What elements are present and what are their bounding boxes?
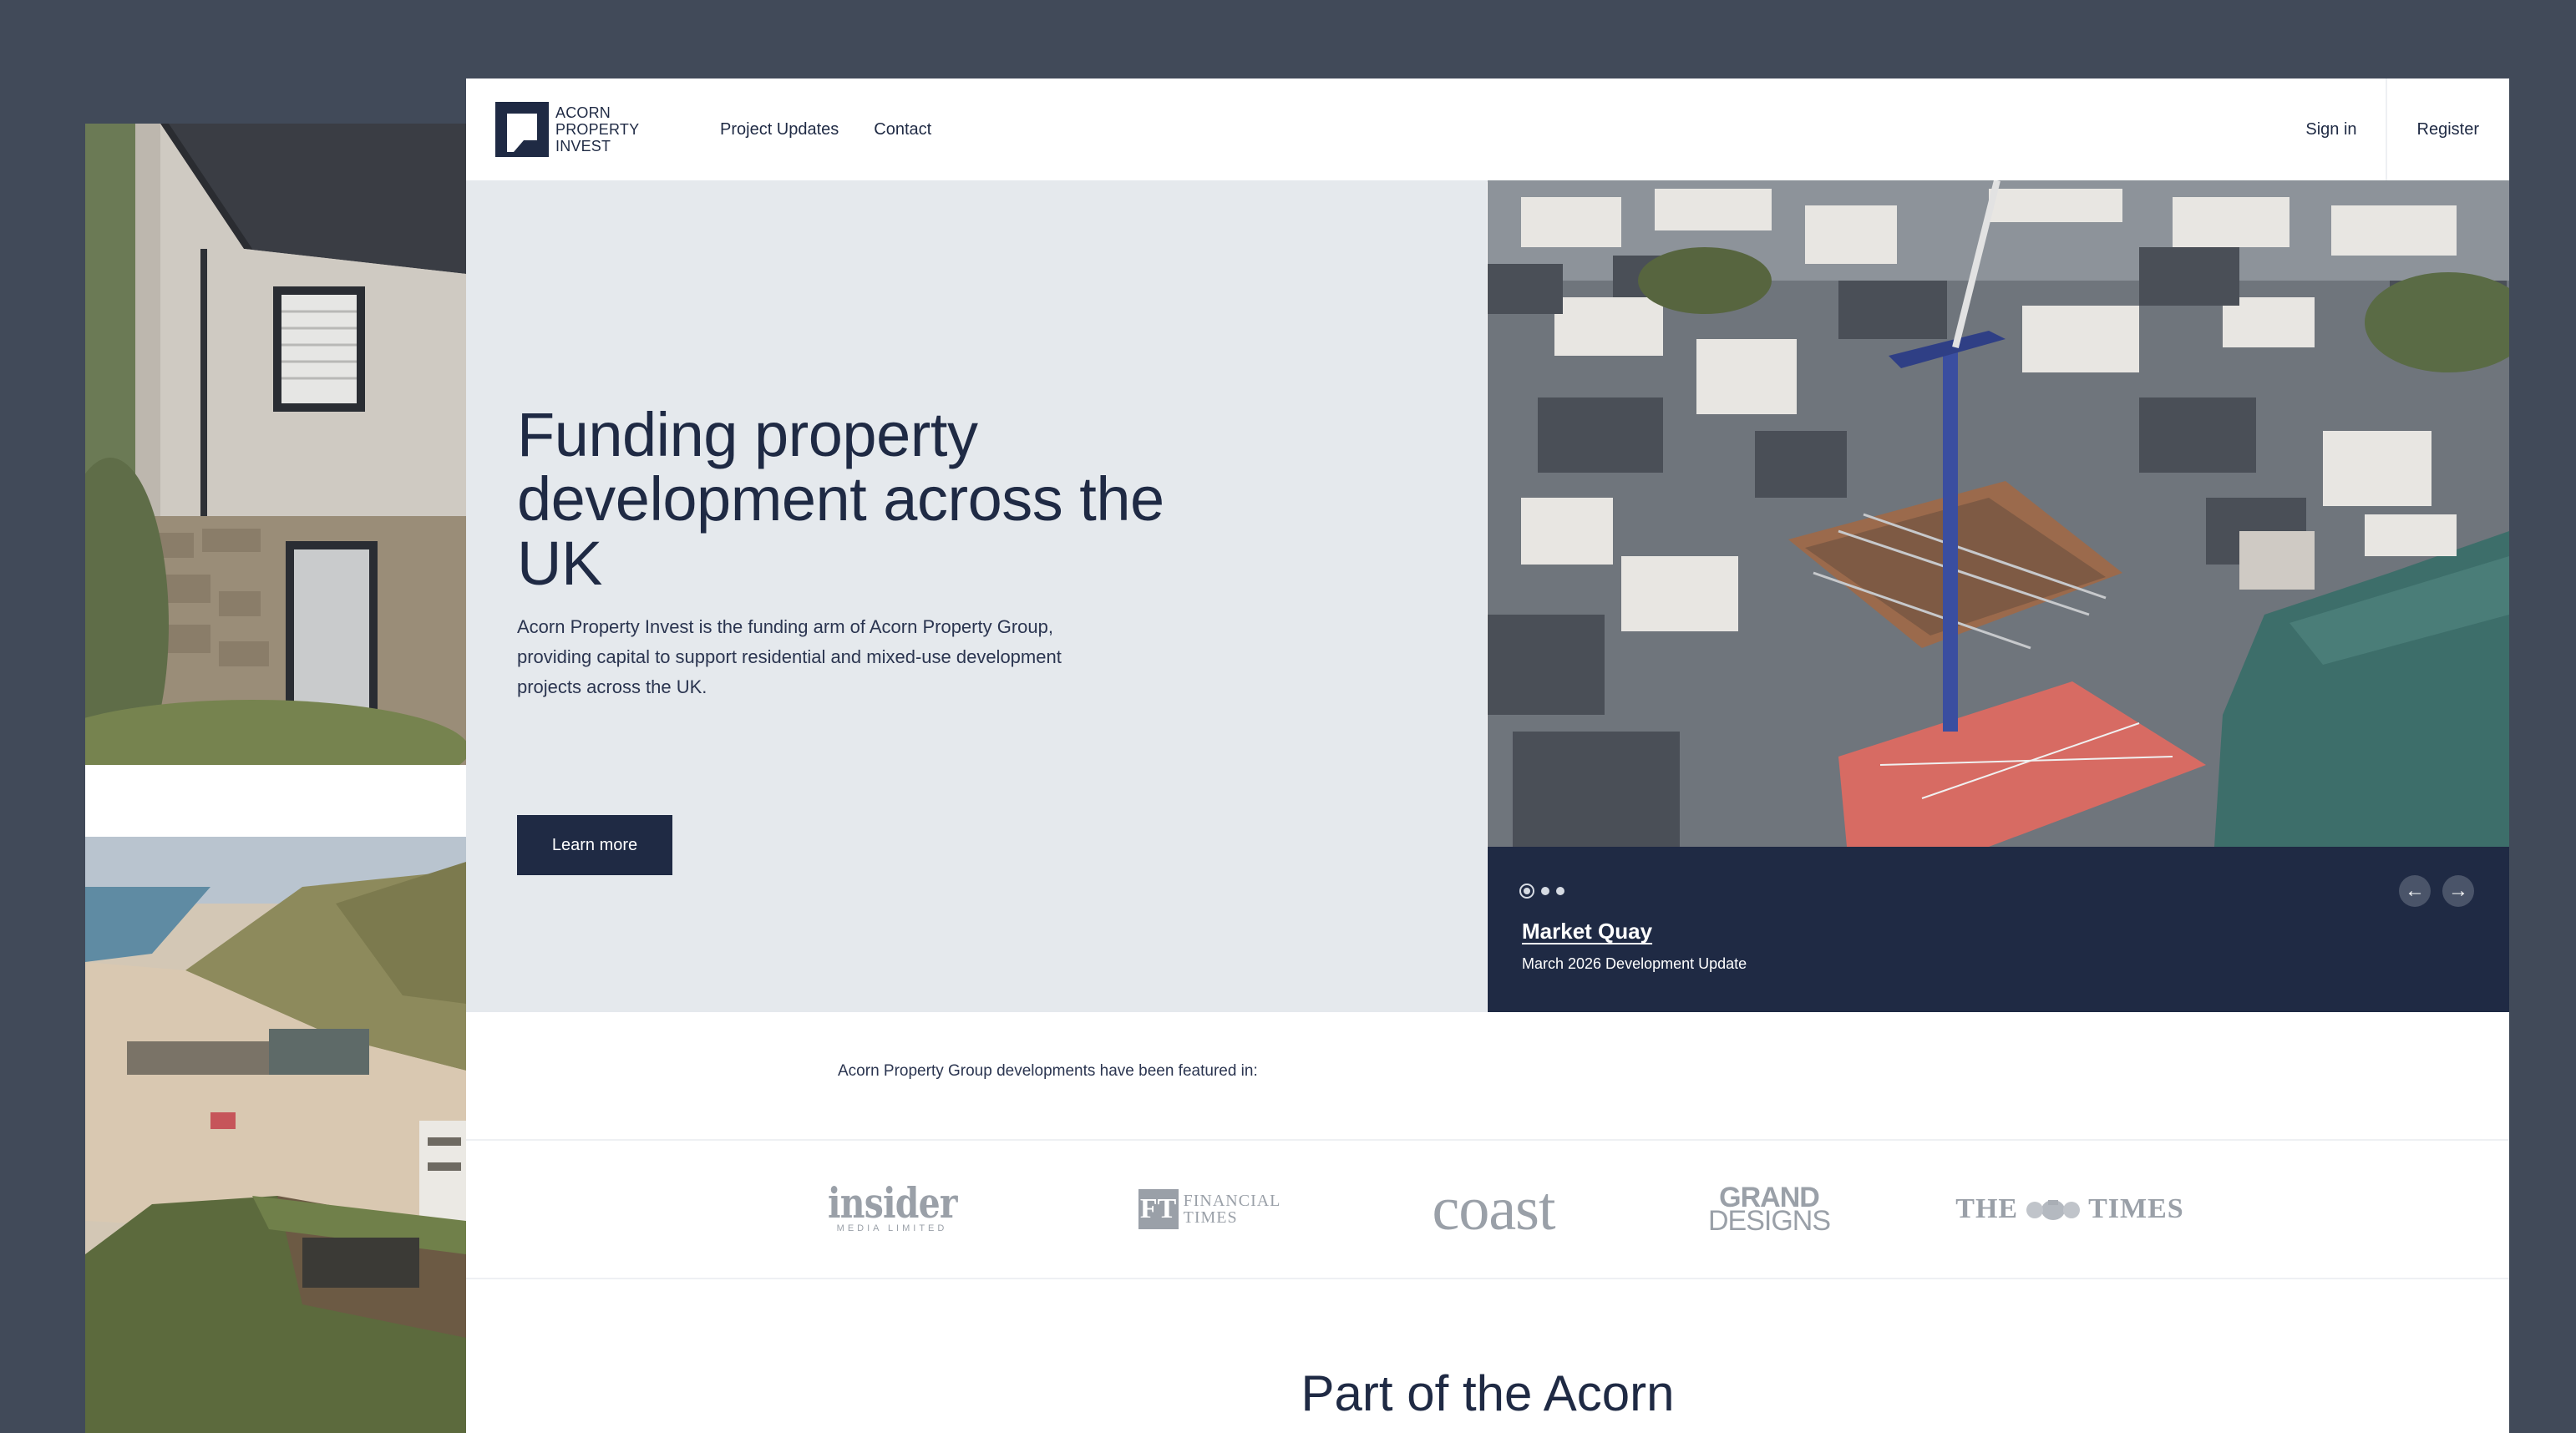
coast-logo: coast — [1432, 1174, 1555, 1243]
nav-project-updates[interactable]: Project Updates — [720, 120, 839, 139]
press-logos: insider MEDIA LIMITED FT FINANCIAL TIMES… — [466, 1139, 2509, 1279]
ft-line-1: FINANCIAL — [1183, 1192, 1281, 1210]
website-panel: ACORN PROPERTY INVEST Project Updates Co… — [466, 78, 2509, 1433]
house-photo — [85, 124, 466, 765]
prev-slide-button[interactable]: ← — [2399, 875, 2431, 907]
featured-in-text: Acorn Property Group developments have b… — [838, 1062, 1258, 1080]
slide-dot-3[interactable] — [1556, 887, 1564, 895]
brand-line-1: ACORN — [555, 104, 611, 121]
site-header: ACORN PROPERTY INVEST Project Updates Co… — [466, 78, 2509, 182]
slide-dot-2[interactable] — [1541, 887, 1549, 895]
ft-wordmark: FINANCIAL TIMES — [1184, 1192, 1281, 1226]
ft-line-2: TIMES — [1183, 1208, 1238, 1227]
brand-line-3: INVEST — [555, 138, 611, 154]
brand-line-2: PROPERTY — [555, 121, 640, 138]
times-left: THE — [1955, 1193, 2019, 1224]
sign-in-link[interactable]: Sign in — [2277, 78, 2385, 180]
register-link[interactable]: Register — [2385, 78, 2509, 180]
slide-subtitle: March 2026 Development Update — [1522, 955, 1747, 972]
insider-wordmark: insider — [827, 1178, 957, 1228]
brand-logo[interactable]: ACORN PROPERTY INVEST — [495, 101, 639, 158]
next-slide-button[interactable]: → — [2442, 875, 2474, 907]
section-title: Part of the Acorn — [1301, 1365, 1675, 1421]
slide-arrows: ← → — [2399, 875, 2474, 907]
nav-contact[interactable]: Contact — [874, 120, 931, 139]
financial-times-logo: FT FINANCIAL TIMES — [1126, 1141, 1293, 1278]
grand-designs-logo: GRAND DESIGNS — [1694, 1141, 1844, 1278]
side-photo-strip — [85, 124, 466, 1433]
slide-image[interactable] — [1488, 180, 2509, 847]
the-times-logo: THE TIMES — [1945, 1141, 2195, 1278]
times-right: TIMES — [2088, 1193, 2184, 1224]
grand-designs-line-2: DESIGNS — [1707, 1205, 1831, 1237]
main-nav: Project Updates Contact — [720, 78, 931, 180]
learn-more-button[interactable]: Learn more — [517, 815, 672, 875]
ft-mark: FT — [1138, 1189, 1179, 1229]
acorn-logo-icon — [495, 102, 549, 157]
times-crest-icon — [2026, 1200, 2081, 1220]
hero-description: Acorn Property Invest is the funding arm… — [517, 616, 1062, 697]
beach-photo — [85, 837, 466, 1433]
arrow-right-icon: → — [2448, 879, 2468, 902]
arrow-left-icon: ← — [2405, 879, 2425, 902]
auth-links: Sign in Register — [2277, 78, 2509, 180]
hero-title: Funding property development across the … — [517, 400, 1164, 598]
slide-caption: ← → Market Quay March 2026 Development U… — [1488, 847, 2509, 1012]
slide-dots — [1519, 884, 1564, 899]
slide-dot-1[interactable] — [1519, 884, 1534, 899]
insider-logo: insider MEDIA LIMITED — [828, 1141, 957, 1278]
brand-wordmark: ACORN PROPERTY INVEST — [555, 104, 639, 154]
slide-title-link[interactable]: Market Quay — [1522, 919, 1652, 944]
project-slider: ← → Market Quay March 2026 Development U… — [1488, 180, 2509, 1012]
hero-intro: Funding property development across the … — [466, 180, 1487, 1012]
